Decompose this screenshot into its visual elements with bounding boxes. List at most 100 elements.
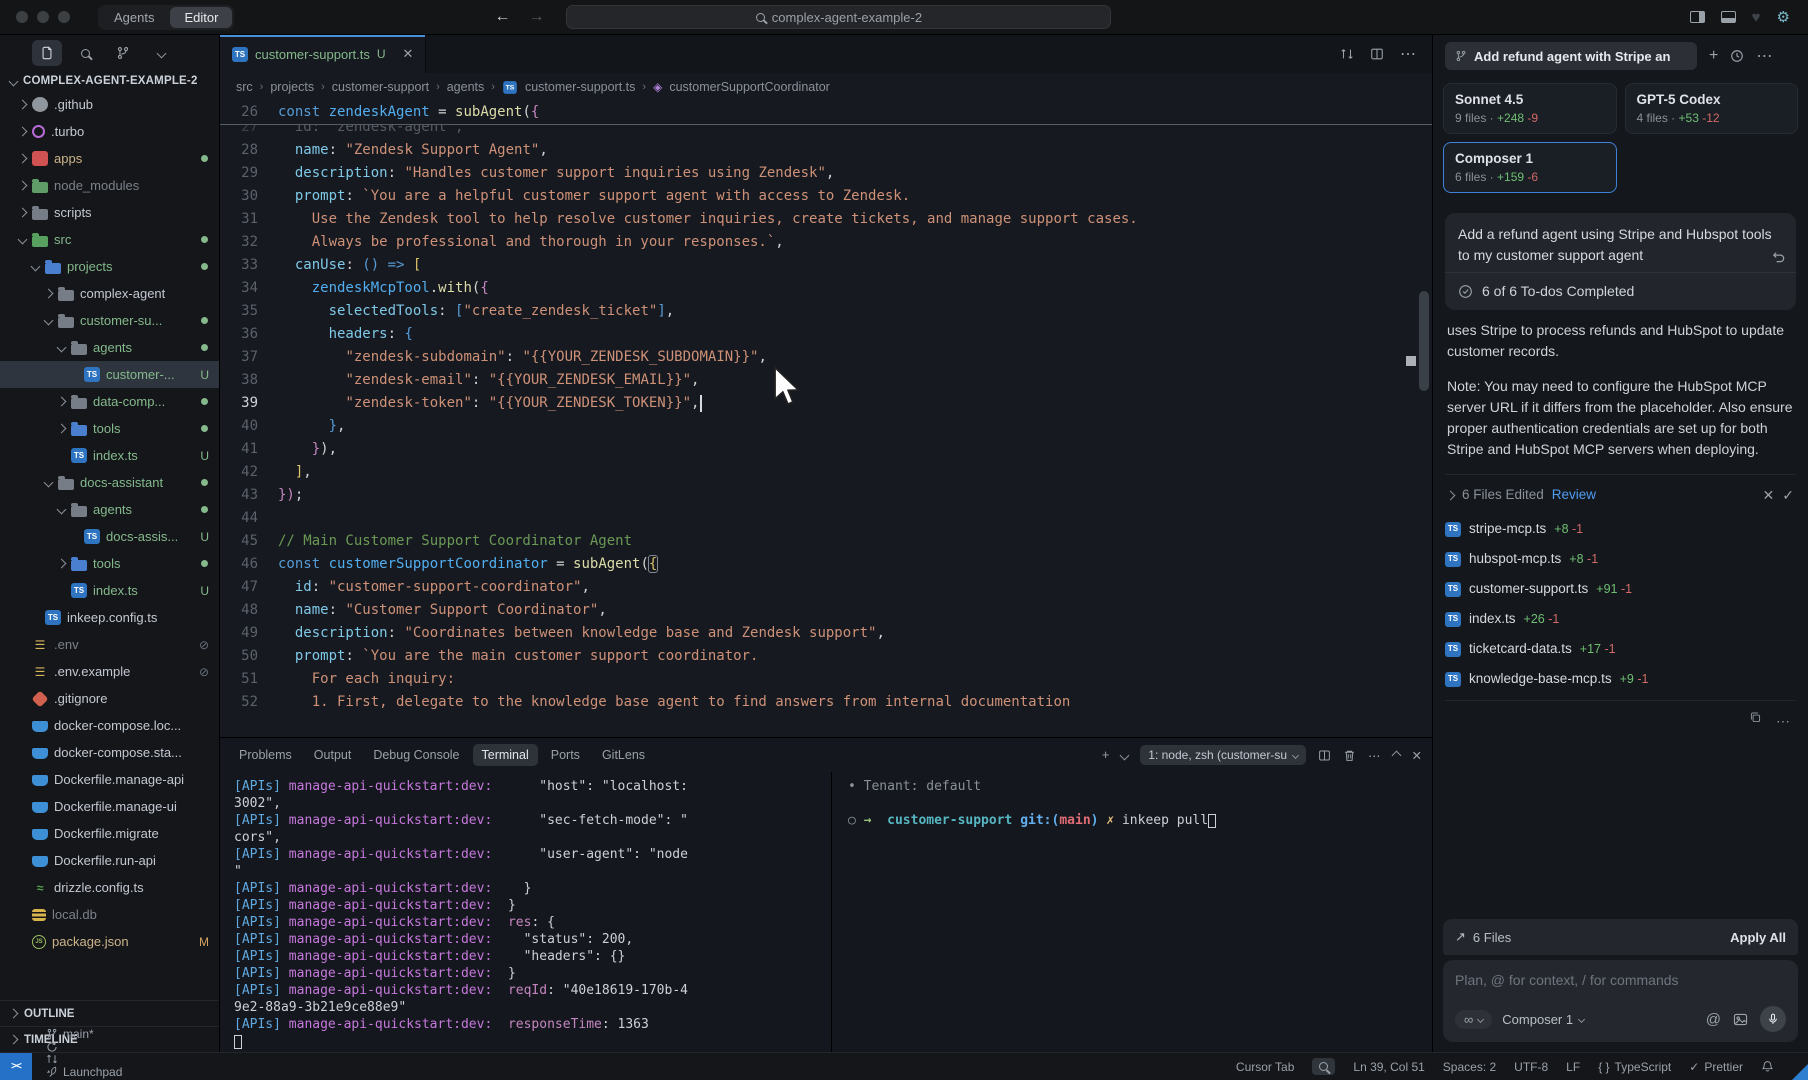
tree-item-docs-assis-[interactable]: TSdocs-assis...U: [0, 523, 219, 550]
code-editor[interactable]: 26const zendeskAgent = subAgent({ 27 id:…: [220, 101, 1432, 737]
terminal-pane-left[interactable]: [APIs] manage-api-quickstart:dev: "host"…: [220, 772, 832, 1052]
code-line-43[interactable]: 43});: [220, 484, 1432, 507]
code-line-34[interactable]: 34 zendeskMcpTool.with({: [220, 277, 1432, 300]
section-outline[interactable]: OUTLINE: [0, 1000, 219, 1026]
tab-customer-support[interactable]: TS customer-support.ts U ✕: [220, 35, 426, 73]
more-actions-icon[interactable]: ⋯: [1400, 44, 1416, 64]
tree-item-local-db[interactable]: local.db: [0, 901, 219, 928]
accept-all-icon[interactable]: ✓: [1782, 485, 1794, 506]
statusbar-cursor-tab[interactable]: Cursor Tab: [1236, 1060, 1294, 1074]
todos-status-row[interactable]: 6 of 6 To-dos Completed: [1445, 272, 1796, 310]
code-line-32[interactable]: 32 Always be professional and thorough i…: [220, 231, 1432, 254]
apply-all-bar[interactable]: ↗ 6 Files Apply All: [1443, 919, 1798, 955]
panel-tab-problems[interactable]: Problems: [230, 744, 301, 766]
open-changes-icon[interactable]: [1340, 47, 1354, 61]
chevron-down-icon[interactable]: [1120, 750, 1130, 760]
breadcrumb-item[interactable]: customerSupportCoordinator: [669, 80, 830, 94]
code-line-36[interactable]: 36 headers: {: [220, 323, 1432, 346]
code-line-26[interactable]: 26const zendeskAgent = subAgent({: [220, 101, 1432, 124]
model-selector[interactable]: Composer 1: [1502, 1012, 1584, 1027]
code-line-48[interactable]: 48 name: "Customer Support Coordinator",: [220, 599, 1432, 622]
breadcrumb-item[interactable]: agents: [447, 80, 485, 94]
code-line-44[interactable]: 44: [220, 507, 1432, 530]
statusbar-launchpad[interactable]: Launchpad: [46, 1065, 122, 1079]
code-line-39[interactable]: 39 "zendesk-token": "{{YOUR_ZENDESK_TOKE…: [220, 392, 1432, 415]
reject-all-icon[interactable]: ✕: [1763, 485, 1775, 506]
chat-input-box[interactable]: Plan, @ for context, / for commands ∞ Co…: [1443, 960, 1798, 1042]
code-line-28[interactable]: 28 name: "Zendesk Support Agent",: [220, 139, 1432, 162]
code-line-30[interactable]: 30 prompt: `You are a helpful customer s…: [220, 185, 1432, 208]
command-search-box[interactable]: complex-agent-example-2: [566, 5, 1111, 29]
chevron-down-icon[interactable]: [146, 40, 176, 66]
mode-tab-editor[interactable]: Editor: [170, 7, 232, 28]
tree-item--gitignore[interactable]: .gitignore: [0, 685, 219, 712]
breadcrumb[interactable]: src›projects›customer-support›agents›TSc…: [220, 73, 1432, 101]
statusbar-formatter[interactable]: ✓Prettier: [1689, 1060, 1743, 1074]
tree-item-index-ts[interactable]: TSindex.tsU: [0, 442, 219, 469]
new-thread-icon[interactable]: +: [1709, 47, 1718, 65]
tree-item-dockerfile-run-api[interactable]: Dockerfile.run-api: [0, 847, 219, 874]
breadcrumb-item[interactable]: projects: [270, 80, 314, 94]
tree-item-projects[interactable]: projects: [0, 253, 219, 280]
tree-item--env[interactable]: ☰.env⊘: [0, 631, 219, 658]
edited-file-row[interactable]: TSstripe-mcp.ts+8 -1: [1445, 514, 1796, 544]
statusbar-spaces[interactable]: Spaces: 2: [1443, 1060, 1496, 1074]
tree-item-index-ts[interactable]: TSindex.tsU: [0, 577, 219, 604]
tree-item--github[interactable]: .github: [0, 91, 219, 118]
code-line-38[interactable]: 38 "zendesk-email": "{{YOUR_ZENDESK_EMAI…: [220, 369, 1432, 392]
tree-item-node-modules[interactable]: node_modules: [0, 172, 219, 199]
more-actions-icon[interactable]: ⋯: [1756, 46, 1772, 66]
close-panel-icon[interactable]: ✕: [1412, 748, 1422, 763]
statusbar-cursor-position[interactable]: Ln 39, Col 51: [1353, 1060, 1424, 1074]
new-terminal-icon[interactable]: +: [1102, 748, 1109, 762]
forward-button[interactable]: →: [528, 8, 544, 26]
image-attach-icon[interactable]: [1733, 1013, 1748, 1026]
edited-file-row[interactable]: TScustomer-support.ts+91 -1: [1445, 574, 1796, 604]
tree-item-apps[interactable]: apps: [0, 145, 219, 172]
statusbar-eol[interactable]: LF: [1566, 1060, 1580, 1074]
code-line-42[interactable]: 42 ],: [220, 461, 1432, 484]
tree-item--env-example[interactable]: ☰.env.example⊘: [0, 658, 219, 685]
code-line-50[interactable]: 50 prompt: `You are the main customer su…: [220, 645, 1432, 668]
tree-item-src[interactable]: src: [0, 226, 219, 253]
panel-tab-ports[interactable]: Ports: [542, 744, 589, 766]
statusbar-sync[interactable]: [46, 1041, 122, 1053]
tree-item-docker-compose-loc-[interactable]: docker-compose.loc...: [0, 712, 219, 739]
edited-file-row[interactable]: TSticketcard-data.ts+17 -1: [1445, 634, 1796, 664]
code-line-40[interactable]: 40 },: [220, 415, 1432, 438]
tree-item-agents[interactable]: agents: [0, 496, 219, 523]
model-card-gpt-5-codex[interactable]: GPT-5 Codex4 files · +53 -12: [1625, 83, 1799, 134]
panel-tab-debug-console[interactable]: Debug Console: [364, 744, 468, 766]
code-line-47[interactable]: 47 id: "customer-support-coordinator",: [220, 576, 1432, 599]
tree-item-tools[interactable]: tools: [0, 550, 219, 577]
agent-mode-pill[interactable]: ∞: [1455, 1010, 1492, 1029]
tree-item-scripts[interactable]: scripts: [0, 199, 219, 226]
more-actions-icon[interactable]: ⋯: [1776, 711, 1790, 732]
history-clock-icon[interactable]: [1730, 49, 1744, 63]
edited-file-row[interactable]: TSindex.ts+26 -1: [1445, 604, 1796, 634]
back-button[interactable]: ←: [494, 8, 510, 26]
tree-item-dockerfile-manage-ui[interactable]: Dockerfile.manage-ui: [0, 793, 219, 820]
undo-icon[interactable]: [1771, 249, 1786, 264]
search-icon[interactable]: [70, 40, 100, 66]
tree-item-customer-su-[interactable]: customer-su...: [0, 307, 219, 334]
split-terminal-icon[interactable]: [1318, 749, 1331, 762]
maximize-window-button[interactable]: [58, 11, 70, 23]
editor-scrollbar[interactable]: [1419, 291, 1429, 391]
source-control-icon[interactable]: [108, 40, 138, 66]
tree-item-complex-agent[interactable]: complex-agent: [0, 280, 219, 307]
tree-item-dockerfile-migrate[interactable]: Dockerfile.migrate: [0, 820, 219, 847]
edited-file-row[interactable]: TShubspot-mcp.ts+8 -1: [1445, 544, 1796, 574]
model-card-sonnet-4.5[interactable]: Sonnet 4.59 files · +248 -9: [1443, 83, 1617, 134]
panel-tab-terminal[interactable]: Terminal: [473, 744, 538, 766]
split-editor-icon[interactable]: [1370, 47, 1384, 61]
more-actions-icon[interactable]: ⋯: [1368, 748, 1381, 763]
tree-item-package-json[interactable]: JSpackage.jsonM: [0, 928, 219, 955]
edited-file-row[interactable]: TSknowledge-base-mcp.ts+9 -1: [1445, 664, 1796, 694]
tree-item-drizzle-config-ts[interactable]: ≈drizzle.config.ts: [0, 874, 219, 901]
close-tab-icon[interactable]: ✕: [403, 46, 414, 62]
statusbar-encoding[interactable]: UTF-8: [1514, 1060, 1548, 1074]
code-line-46[interactable]: 46const customerSupportCoordinator = sub…: [220, 553, 1432, 576]
statusbar-branch[interactable]: main*: [46, 1027, 122, 1041]
toggle-secondary-sidebar-icon[interactable]: [1690, 11, 1705, 23]
